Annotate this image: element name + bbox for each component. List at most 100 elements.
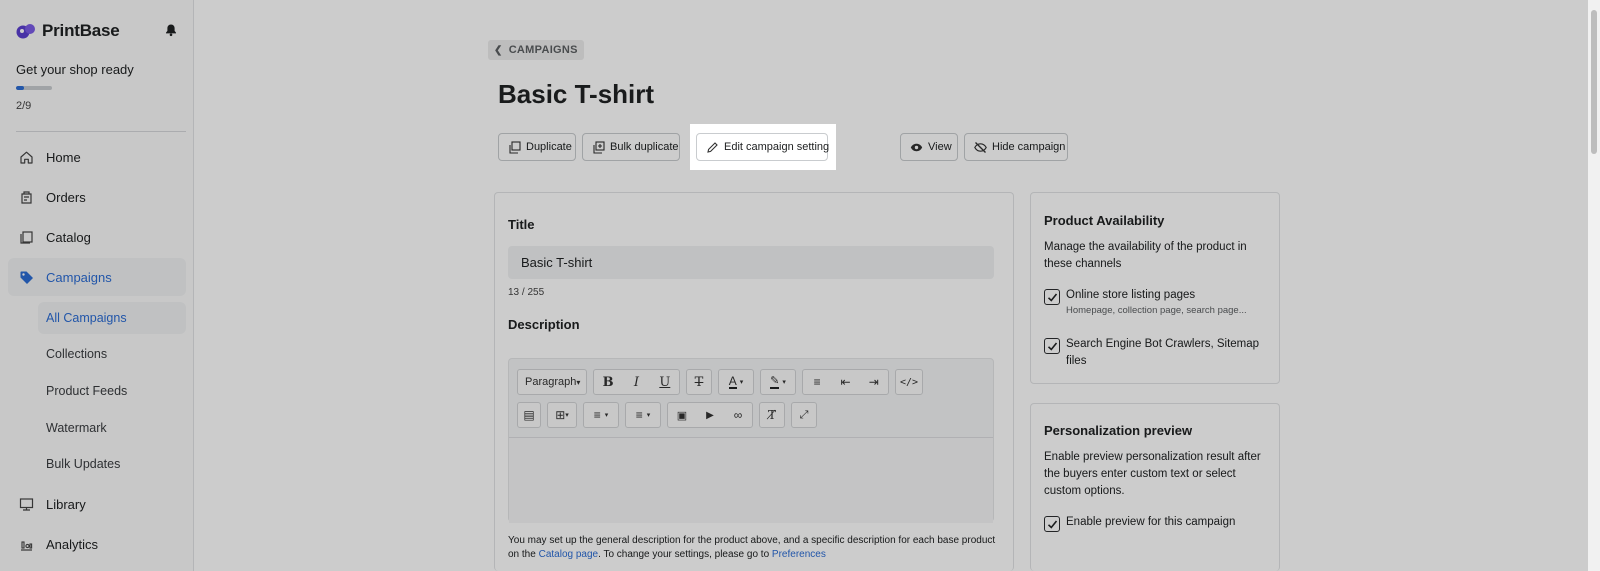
align-icon[interactable]: ≡	[803, 375, 831, 389]
enable-preview-option[interactable]: Enable preview for this campaign	[1044, 514, 1272, 532]
link-icon[interactable]: ∞	[724, 408, 752, 422]
orders-icon	[18, 189, 34, 205]
help-text-part: . To change your settings, please go to	[598, 549, 772, 560]
main-content: ❮ CAMPAIGNS Basic T-shirt Duplicate Bulk…	[194, 0, 1588, 571]
fullscreen-icon[interactable]: ⤢	[791, 402, 817, 428]
hide-campaign-button[interactable]: Hide campaign	[964, 133, 1068, 161]
bulk-duplicate-button[interactable]: Bulk duplicate	[582, 133, 680, 161]
view-button[interactable]: View	[900, 133, 958, 161]
code-icon[interactable]: </>	[895, 369, 923, 395]
online-store-option[interactable]: Online store listing pages Homepage, col…	[1044, 287, 1272, 316]
description-editor: Paragraph ▾ B I U T A ▾ ✎ ▾ ≡ ⇤ ⇥ </> ▤ …	[508, 358, 994, 523]
bulk-duplicate-icon	[592, 140, 605, 154]
eye-icon	[910, 141, 923, 154]
sidebar: PrintBase Get your shop ready 2/9 Home O…	[0, 0, 194, 571]
preferences-link[interactable]: Preferences	[772, 549, 826, 560]
title-input[interactable]: Basic T-shirt	[508, 246, 994, 279]
bell-icon[interactable]	[164, 23, 178, 37]
search-engine-label: Search Engine Bot Crawlers, Sitemap file…	[1066, 338, 1260, 367]
view-label: View	[928, 141, 952, 153]
chevron-down-icon: ▾	[576, 377, 581, 387]
sidebar-item-analytics[interactable]: Analytics	[8, 525, 186, 563]
sidebar-item-campaigns[interactable]: Campaigns	[8, 258, 186, 296]
hide-campaign-label: Hide campaign	[992, 141, 1066, 153]
sidebar-item-label: Catalog	[46, 229, 91, 245]
product-availability-description: Manage the availability of the product i…	[1044, 241, 1247, 270]
outdent-icon[interactable]: ⇤	[831, 375, 859, 389]
sidebar-item-label: Orders	[46, 189, 86, 205]
description-help-text: You may set up the general description f…	[508, 534, 998, 562]
pencil-icon	[706, 141, 719, 154]
eye-slash-icon	[974, 141, 987, 154]
checkbox-checked-icon[interactable]	[1044, 516, 1060, 532]
sidebar-item-label: Campaigns	[46, 269, 112, 285]
horizontal-rule-icon[interactable]: ▤	[517, 402, 541, 428]
sidebar-subitem-bulk-updates[interactable]: Bulk Updates	[38, 448, 186, 480]
bold-icon[interactable]: B	[594, 375, 622, 390]
sidebar-subitem-all-campaigns[interactable]: All Campaigns	[38, 302, 186, 334]
sidebar-subitem-watermark[interactable]: Watermark	[38, 412, 186, 444]
printbase-logo-icon	[16, 24, 35, 39]
campaign-details-card: Title Basic T-shirt 13 / 255 Description…	[494, 192, 1014, 571]
search-engine-option[interactable]: Search Engine Bot Crawlers, Sitemap file…	[1044, 336, 1272, 370]
breadcrumb-label: CAMPAIGNS	[508, 44, 578, 56]
setup-progress-bar	[16, 86, 52, 90]
home-icon	[18, 149, 34, 165]
catalog-page-link[interactable]: Catalog page	[539, 549, 599, 560]
sidebar-subitem-product-feeds[interactable]: Product Feeds	[38, 375, 186, 407]
sidebar-item-library[interactable]: Library	[8, 485, 186, 523]
chevron-left-icon: ❮	[494, 44, 503, 56]
personalization-preview-title: Personalization preview	[1044, 423, 1193, 438]
scrollbar-thumb[interactable]	[1591, 10, 1597, 154]
sidebar-item-home[interactable]: Home	[8, 138, 186, 176]
video-icon[interactable]: ▶	[696, 410, 724, 421]
sidebar-item-label: Analytics	[46, 536, 99, 552]
sidebar-subitem-collections[interactable]: Collections	[38, 338, 186, 370]
duplicate-button[interactable]: Duplicate	[498, 133, 576, 161]
insert-group: ▣ ▶ ∞	[667, 402, 753, 428]
brand-logo[interactable]: PrintBase	[16, 20, 178, 42]
page-scrollbar[interactable]	[1588, 0, 1600, 571]
personalization-preview-description: Enable preview personalization result af…	[1044, 451, 1261, 497]
edit-campaign-setting-label: Edit campaign setting	[724, 141, 830, 153]
table-icon[interactable]: ⊞ ▾	[547, 402, 577, 428]
catalog-icon	[18, 229, 34, 245]
text-color-icon[interactable]: A ▾	[718, 369, 754, 395]
paragraph-select-value: Paragraph	[525, 376, 577, 388]
numbered-list-icon[interactable]: ≡ ▾	[625, 402, 661, 428]
clear-format-icon[interactable]: T̸	[759, 402, 785, 428]
title-field-label: Title	[508, 217, 535, 232]
bullet-list-icon[interactable]: ≡ ▾	[583, 402, 619, 428]
highlight-color-icon[interactable]: ✎ ▾	[760, 369, 796, 395]
checkbox-checked-icon[interactable]	[1044, 338, 1060, 354]
sidebar-item-orders[interactable]: Orders	[8, 178, 186, 216]
image-icon[interactable]: ▣	[668, 409, 696, 422]
underline-icon[interactable]: U	[651, 375, 679, 390]
editor-toolbar-row-2: ▤ ⊞ ▾ ≡ ▾ ≡ ▾ ▣ ▶ ∞ T̸ ⤢	[517, 402, 823, 428]
page-title: Basic T-shirt	[498, 79, 655, 109]
setup-progress-fill	[16, 86, 24, 90]
description-label: Description	[508, 317, 580, 332]
online-store-sublabel: Homepage, collection page, search page..…	[1066, 305, 1247, 316]
align-group: ≡ ⇤ ⇥	[802, 369, 889, 395]
online-store-label: Online store listing pages	[1066, 289, 1196, 301]
paragraph-select[interactable]: Paragraph ▾	[517, 369, 587, 395]
edit-campaign-setting-button[interactable]: Edit campaign setting	[696, 133, 830, 161]
editor-toolbar-row-1: Paragraph ▾ B I U T A ▾ ✎ ▾ ≡ ⇤ ⇥ </>	[517, 369, 929, 395]
tag-icon	[18, 269, 34, 285]
strikethrough-icon[interactable]: T	[686, 369, 712, 395]
description-editor-body[interactable]	[509, 437, 993, 523]
setup-guide-title[interactable]: Get your shop ready	[16, 62, 134, 77]
brand-name: PrintBase	[42, 21, 120, 40]
personalization-preview-card: Personalization preview Enable preview p…	[1030, 403, 1280, 571]
breadcrumb[interactable]: ❮ CAMPAIGNS	[488, 40, 584, 60]
italic-icon[interactable]: I	[622, 375, 650, 390]
indent-icon[interactable]: ⇥	[860, 375, 888, 389]
checkbox-checked-icon[interactable]	[1044, 289, 1060, 305]
enable-preview-label: Enable preview for this campaign	[1066, 516, 1236, 528]
title-char-counter: 13 / 255	[508, 287, 545, 298]
product-availability-title: Product Availability	[1044, 213, 1165, 228]
setup-progress-count: 2/9	[16, 100, 32, 112]
sidebar-divider	[16, 131, 186, 132]
sidebar-item-catalog[interactable]: Catalog	[8, 218, 186, 256]
